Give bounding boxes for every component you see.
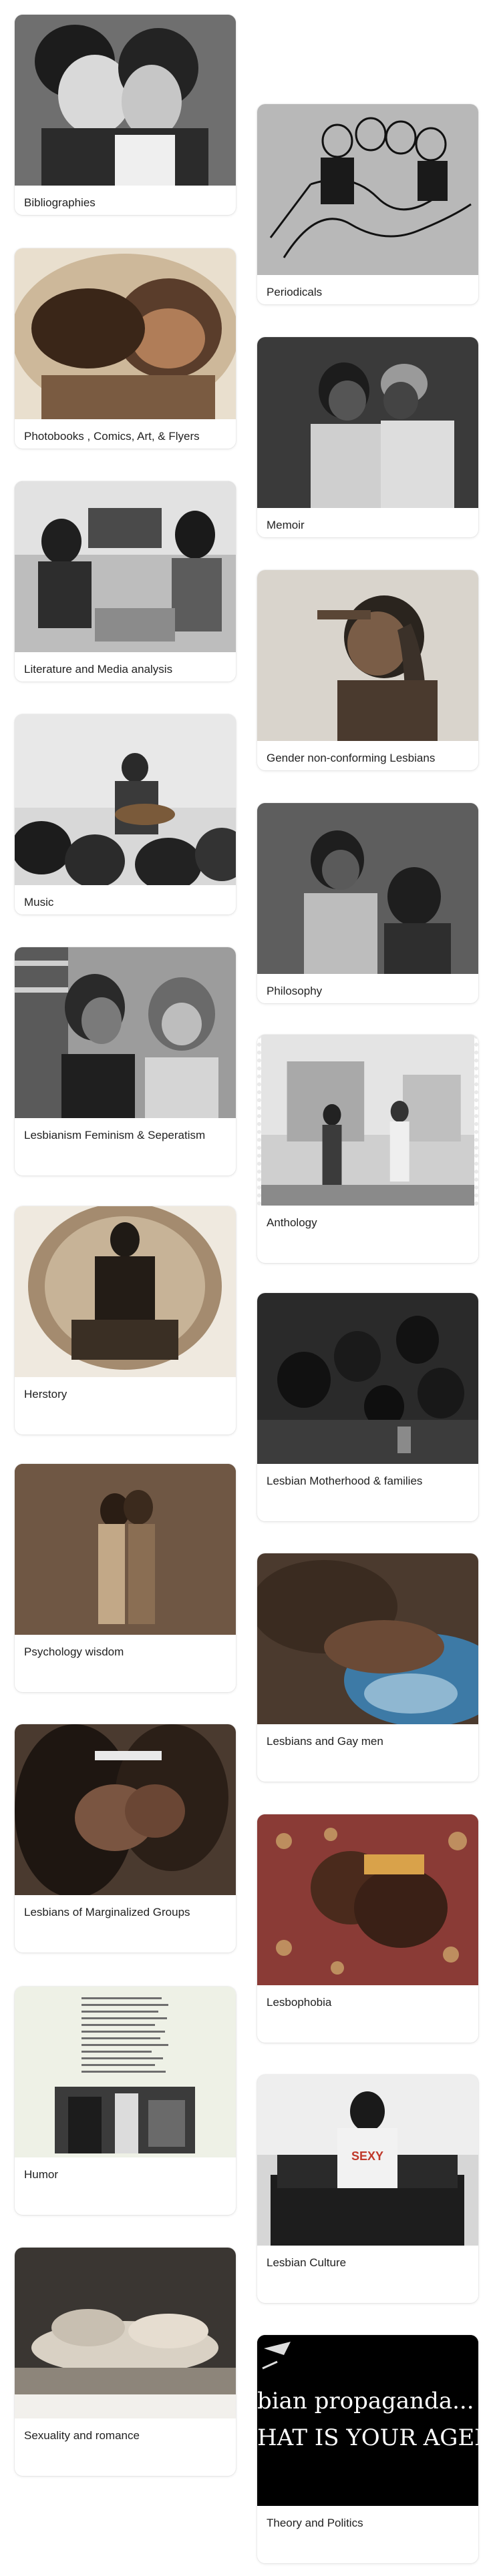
card-image [15, 2248, 236, 2418]
card-image [257, 1035, 478, 1206]
card-image [257, 104, 478, 275]
card-label: Memoir [267, 519, 305, 531]
card-label: Literature and Media analysis [24, 663, 173, 676]
card-image: SEXY [257, 2075, 478, 2246]
card-image [257, 570, 478, 741]
card-theory-politics[interactable]: bian propaganda... HAT IS YOUR AGEND The… [257, 2335, 478, 2563]
card-periodicals[interactable]: Periodicals [257, 104, 478, 304]
card-image [257, 803, 478, 974]
card-photobooks[interactable]: Photobooks , Comics, Art, & Flyers [15, 248, 236, 449]
card-anthology[interactable]: Anthology [257, 1035, 478, 1263]
card-label: Periodicals [267, 286, 323, 298]
card-bibliographies[interactable]: Bibliographies [15, 15, 236, 215]
card-sexuality-romance[interactable]: Sexuality and romance [15, 2248, 236, 2476]
card-motherhood-families[interactable]: Lesbian Motherhood & families [257, 1293, 478, 1521]
card-label: Lesbians of Marginalized Groups [24, 1906, 190, 1918]
card-label: Gender non-conforming Lesbians [267, 752, 436, 764]
card-herstory[interactable]: Herstory [15, 1206, 236, 1435]
card-image [257, 1293, 478, 1464]
card-lesbians-gay-men[interactable]: Lesbians and Gay men [257, 1553, 478, 1782]
card-image [15, 248, 236, 419]
shirt-text: SEXY [351, 2149, 383, 2163]
card-image [15, 947, 236, 1118]
card-lesbian-culture[interactable]: SEXY Lesbian Culture [257, 2075, 478, 2303]
card-label: Bibliographies [24, 196, 96, 209]
card-label: Lesbian Motherhood & families [267, 1475, 423, 1487]
card-label: Theory and Politics [267, 2517, 363, 2529]
card-image [15, 1724, 236, 1895]
banner-line-1: bian propaganda... [257, 2388, 474, 2414]
card-label: Lesbophobia [267, 1996, 332, 2009]
card-image: bian propaganda... HAT IS YOUR AGEND [257, 2335, 478, 2506]
card-label: Sexuality and romance [24, 2429, 140, 2442]
card-image [15, 1464, 236, 1635]
card-psychology-wisdom[interactable]: Psychology wisdom [15, 1464, 236, 1692]
banner-line-2: HAT IS YOUR AGEND [257, 2424, 478, 2451]
card-music[interactable]: Music [15, 714, 236, 915]
card-lesbianism-feminism[interactable]: Lesbianism Feminism & Seperatism [15, 947, 236, 1176]
card-philosophy[interactable]: Philosophy [257, 803, 478, 1003]
card-label: Philosophy [267, 985, 323, 997]
card-image [15, 15, 236, 186]
card-image [15, 1206, 236, 1377]
card-label: Music [24, 896, 54, 909]
card-label: Psychology wisdom [24, 1645, 124, 1658]
card-label: Lesbian Culture [267, 2256, 347, 2269]
card-label: Herstory [24, 1388, 67, 1400]
card-gender-non-conforming[interactable]: Gender non-conforming Lesbians [257, 570, 478, 770]
card-literature-media[interactable]: Literature and Media analysis [15, 481, 236, 682]
card-label: Photobooks , Comics, Art, & Flyers [24, 430, 200, 443]
card-image [257, 1553, 478, 1724]
card-label: Humor [24, 2168, 59, 2181]
card-label: Lesbians and Gay men [267, 1735, 383, 1748]
card-marginalized-groups[interactable]: Lesbians of Marginalized Groups [15, 1724, 236, 1953]
card-image [15, 481, 236, 652]
card-image [257, 337, 478, 508]
card-humor[interactable]: Humor [15, 1987, 236, 2215]
card-image [15, 714, 236, 885]
card-lesbophobia[interactable]: Lesbophobia [257, 1814, 478, 2043]
card-label: Lesbianism Feminism & Seperatism [24, 1129, 206, 1141]
card-label: Anthology [267, 1216, 317, 1229]
card-image [257, 1814, 478, 1985]
card-image [15, 1987, 236, 2157]
card-memoir[interactable]: Memoir [257, 337, 478, 537]
